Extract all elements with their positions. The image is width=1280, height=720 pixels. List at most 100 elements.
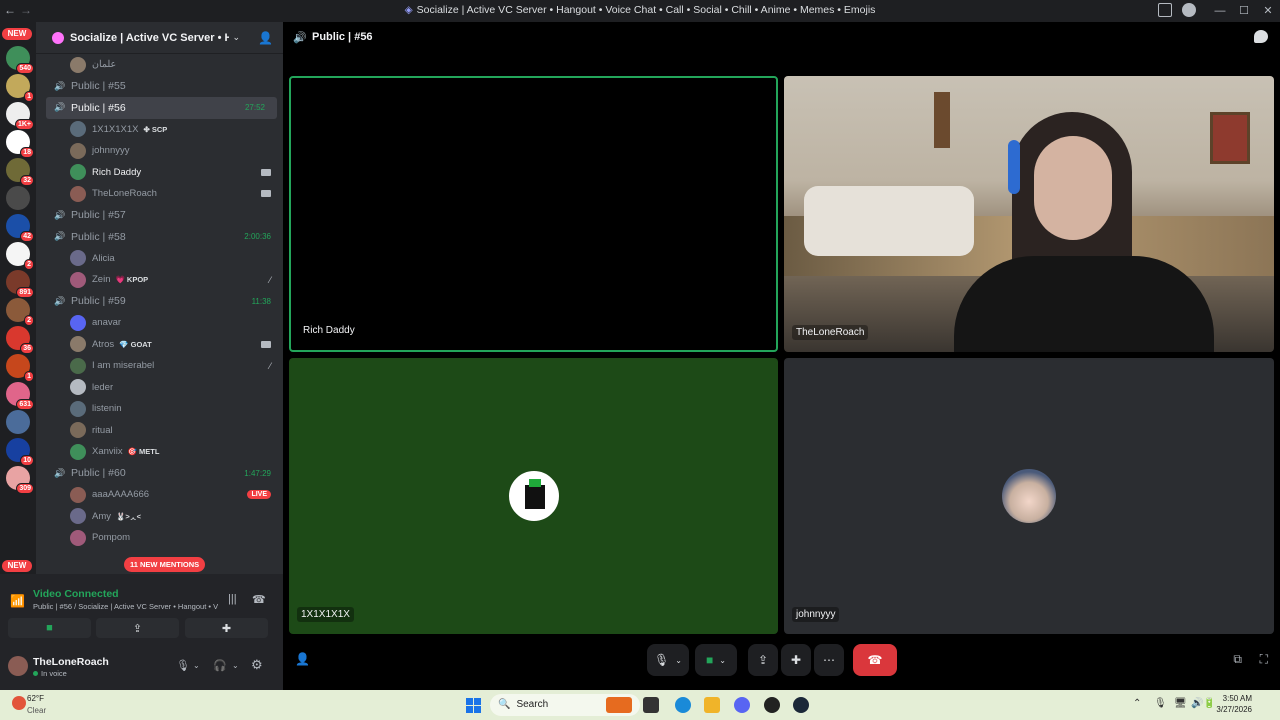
member-name: listenin: [92, 403, 122, 415]
server-icon[interactable]: 309: [6, 466, 34, 494]
voice-channel[interactable]: 🔊 Public | #57: [36, 205, 283, 227]
weather-temp[interactable]: 62°F: [27, 694, 44, 703]
list-item[interactable]: ritual: [36, 420, 283, 442]
new-mentions-pill[interactable]: 11 NEW MENTIONS: [124, 557, 206, 572]
camera-button[interactable]: ■: [8, 618, 91, 638]
list-item[interactable]: I am miserabel ⁄: [36, 355, 283, 377]
tray-volume-icon[interactable]: 🔊: [1191, 698, 1203, 709]
noise-suppression-icon[interactable]: |||: [228, 593, 237, 605]
server-icon[interactable]: 42: [6, 214, 34, 242]
leave-call-button[interactable]: ☎: [853, 644, 897, 676]
username[interactable]: TheLoneRoach: [33, 656, 109, 668]
server-icon[interactable]: 32: [6, 158, 34, 186]
new-pill-top[interactable]: NEW: [2, 28, 32, 40]
server-icon[interactable]: 1: [6, 354, 34, 382]
steam-icon[interactable]: [793, 697, 809, 713]
voice-channel[interactable]: 🔊 Public | #56 27:52: [46, 97, 277, 119]
disconnect-icon[interactable]: ☎: [252, 593, 266, 606]
server-icon[interactable]: 540: [6, 46, 34, 74]
server-icon[interactable]: 18: [6, 130, 34, 158]
help-icon[interactable]: [1182, 3, 1196, 17]
tray-mic-icon[interactable]: 🎙: [1154, 698, 1167, 709]
server-icon[interactable]: 2: [6, 298, 34, 326]
windows-start-icon[interactable]: [466, 698, 481, 713]
connection-channel[interactable]: Public | #56 / Socialize | Active VC Ser…: [33, 602, 218, 611]
list-item[interactable]: 1X1X1X1X ✤ SCP: [36, 119, 283, 141]
close-button[interactable]: ✕: [1256, 0, 1280, 22]
chevron-down-icon[interactable]: ⌄: [193, 661, 200, 670]
mic-button[interactable]: 🎙 ⌄: [647, 644, 689, 676]
discord-app-icon[interactable]: [734, 697, 750, 713]
maximize-button[interactable]: ☐: [1232, 0, 1256, 22]
minimize-button[interactable]: —: [1208, 0, 1232, 22]
video-tile[interactable]: Rich Daddy: [289, 76, 778, 352]
list-item[interactable]: Atros 💎 GOAT: [36, 334, 283, 356]
signal-icon[interactable]: 📶: [10, 594, 25, 608]
list-item[interactable]: johnnyyy: [36, 140, 283, 162]
list-item[interactable]: TheLoneRoach: [36, 183, 283, 205]
edge-browser-icon[interactable]: [675, 697, 691, 713]
mic-icon[interactable]: 🎙: [176, 659, 190, 672]
settings-gear-icon[interactable]: ⚙: [251, 657, 263, 673]
video-tile[interactable]: johnnyyy: [784, 358, 1274, 634]
app-icon[interactable]: [764, 697, 780, 713]
list-item[interactable]: Alicia: [36, 248, 283, 270]
server-icon[interactable]: [6, 410, 30, 434]
headset-icon[interactable]: 🎧: [213, 659, 227, 672]
list-item[interactable]: علمان: [36, 54, 283, 76]
file-explorer-icon[interactable]: [704, 697, 720, 713]
list-item[interactable]: Pompom: [36, 527, 283, 549]
list-item[interactable]: Xanviix 🎯 METL: [36, 441, 283, 463]
fullscreen-icon[interactable]: ⛶: [1260, 652, 1268, 667]
avatar: [70, 185, 86, 202]
activity-button[interactable]: ✚: [185, 618, 268, 638]
new-pill-bottom[interactable]: NEW: [2, 560, 32, 572]
voice-channel[interactable]: 🔊 Public | #60 1:47:29: [36, 463, 283, 485]
clock-time[interactable]: 3:50 AM: [1212, 694, 1252, 703]
inbox-icon[interactable]: [1158, 3, 1172, 17]
clock-date[interactable]: 3/27/2026: [1212, 705, 1252, 714]
share-screen-button[interactable]: ⇪: [96, 618, 179, 638]
list-item[interactable]: Zein 💗 KPOP ⁄: [36, 269, 283, 291]
server-icon[interactable]: 891: [6, 270, 34, 298]
invite-icon[interactable]: 👤: [295, 652, 310, 666]
tray-overflow-icon[interactable]: ⌃: [1133, 698, 1141, 709]
server-header[interactable]: Socialize | Active VC Server • Han... ⌄ …: [36, 22, 283, 54]
add-member-icon[interactable]: 👤: [258, 31, 273, 45]
list-item[interactable]: Rich Daddy: [36, 162, 283, 184]
server-icon[interactable]: 10: [6, 438, 34, 466]
popout-icon[interactable]: ⧉: [1233, 652, 1242, 667]
member-name: I am miserabel: [92, 360, 155, 372]
list-item[interactable]: anavar: [36, 312, 283, 334]
server-name: Socialize | Active VC Server • Han...: [70, 31, 229, 44]
task-view-icon[interactable]: [643, 697, 659, 713]
list-item[interactable]: aaaAAAA666 LIVE: [36, 484, 283, 506]
server-icon[interactable]: [6, 186, 30, 210]
avatar[interactable]: [8, 656, 28, 676]
chat-icon[interactable]: [1254, 30, 1268, 43]
more-button[interactable]: ⋯: [814, 644, 844, 676]
list-item[interactable]: listenin: [36, 398, 283, 420]
channel-timer: 11:38: [251, 296, 271, 306]
camera-button[interactable]: ■ ⌄: [695, 644, 737, 676]
chevron-down-icon[interactable]: ⌄: [232, 661, 239, 670]
list-item[interactable]: Amy 🐰>ᆺ<: [36, 506, 283, 528]
member-name: 1X1X1X1X: [92, 123, 139, 135]
list-item[interactable]: leder: [36, 377, 283, 399]
server-icon[interactable]: 36: [6, 326, 34, 354]
server-icon[interactable]: 1K+: [6, 102, 34, 130]
tray-network-icon[interactable]: 🖥: [1174, 698, 1187, 709]
voice-channel[interactable]: 🔊 Public | #58 2:00:36: [36, 226, 283, 248]
share-screen-button[interactable]: ⇪: [748, 644, 778, 676]
weather-icon[interactable]: [12, 696, 26, 710]
headphone-left: [1008, 140, 1020, 194]
server-icon[interactable]: 631: [6, 382, 34, 410]
video-tile[interactable]: 1X1X1X1X: [289, 358, 778, 634]
voice-channel-label: Public | #59: [71, 295, 126, 308]
voice-channel[interactable]: 🔊 Public | #55: [36, 76, 283, 98]
activity-button[interactable]: ✚: [781, 644, 811, 676]
voice-channel[interactable]: 🔊 Public | #59 11:38: [36, 291, 283, 313]
video-tile[interactable]: TheLoneRoach: [784, 76, 1274, 352]
server-icon[interactable]: 2: [6, 242, 34, 270]
server-icon[interactable]: 1: [6, 74, 34, 102]
